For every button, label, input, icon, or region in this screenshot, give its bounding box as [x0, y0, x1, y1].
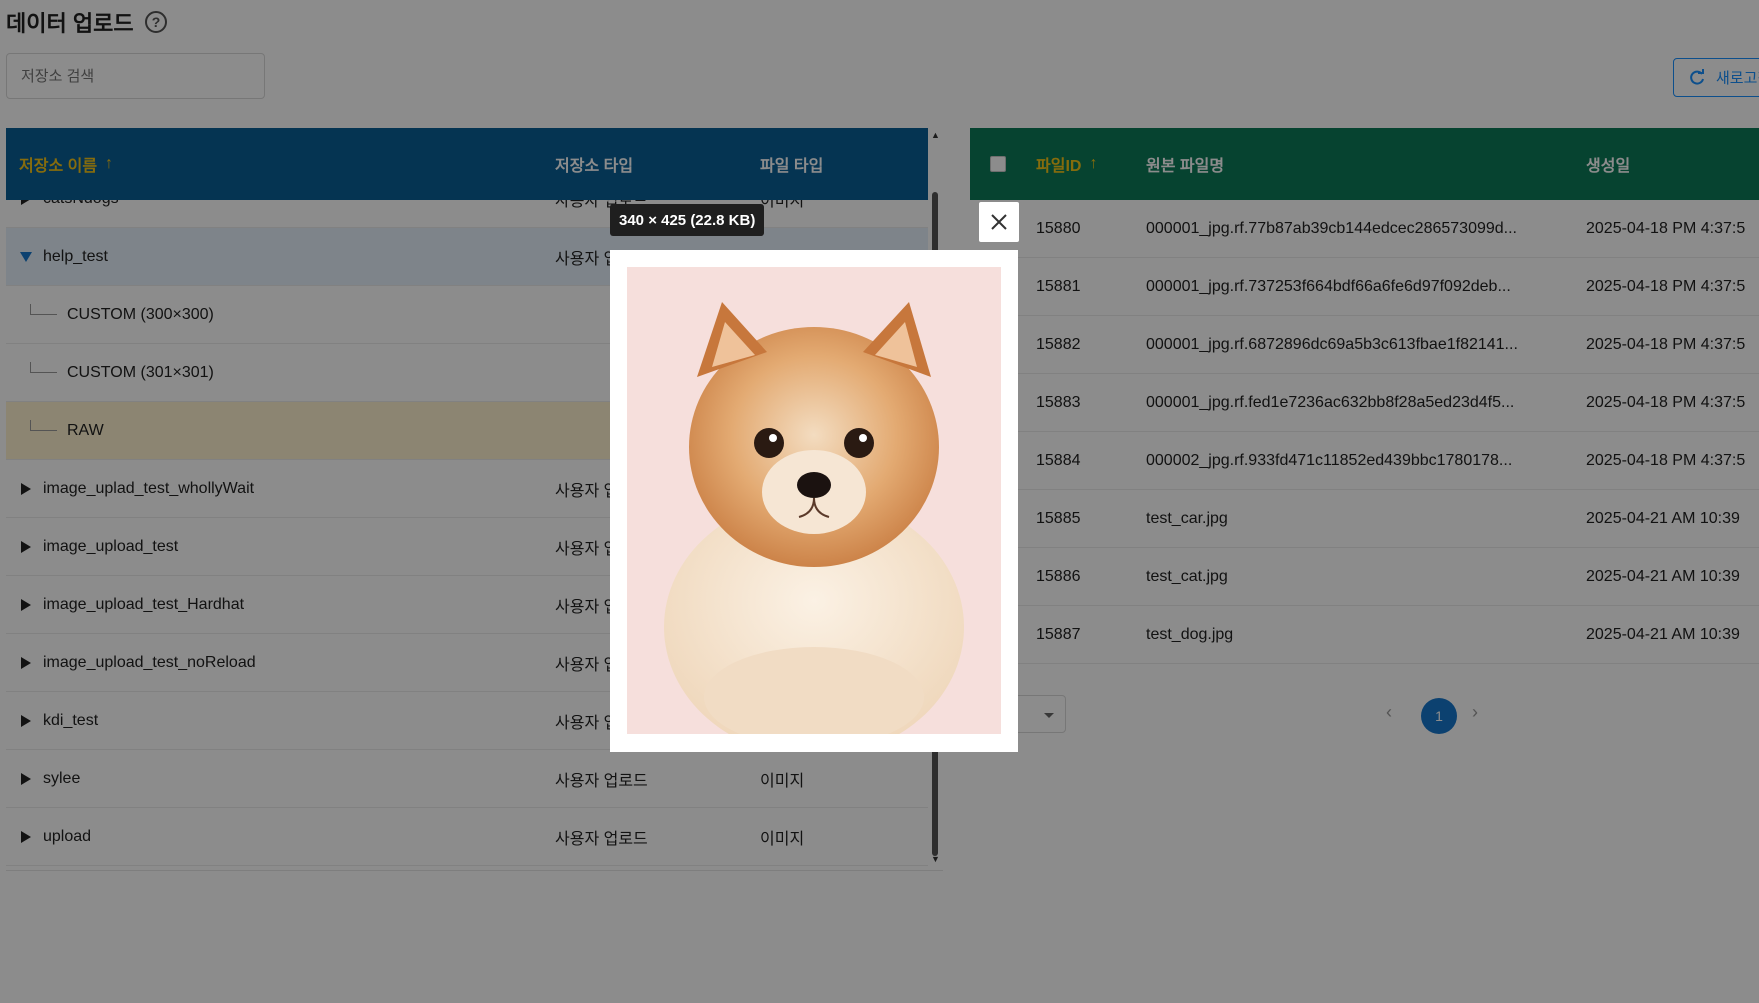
- close-button[interactable]: [979, 202, 1019, 242]
- image-size-tooltip: 340 × 425 (22.8 KB): [610, 204, 765, 236]
- image-preview-modal: [610, 250, 1018, 752]
- preview-image: [627, 267, 1001, 734]
- close-icon: [991, 214, 1007, 230]
